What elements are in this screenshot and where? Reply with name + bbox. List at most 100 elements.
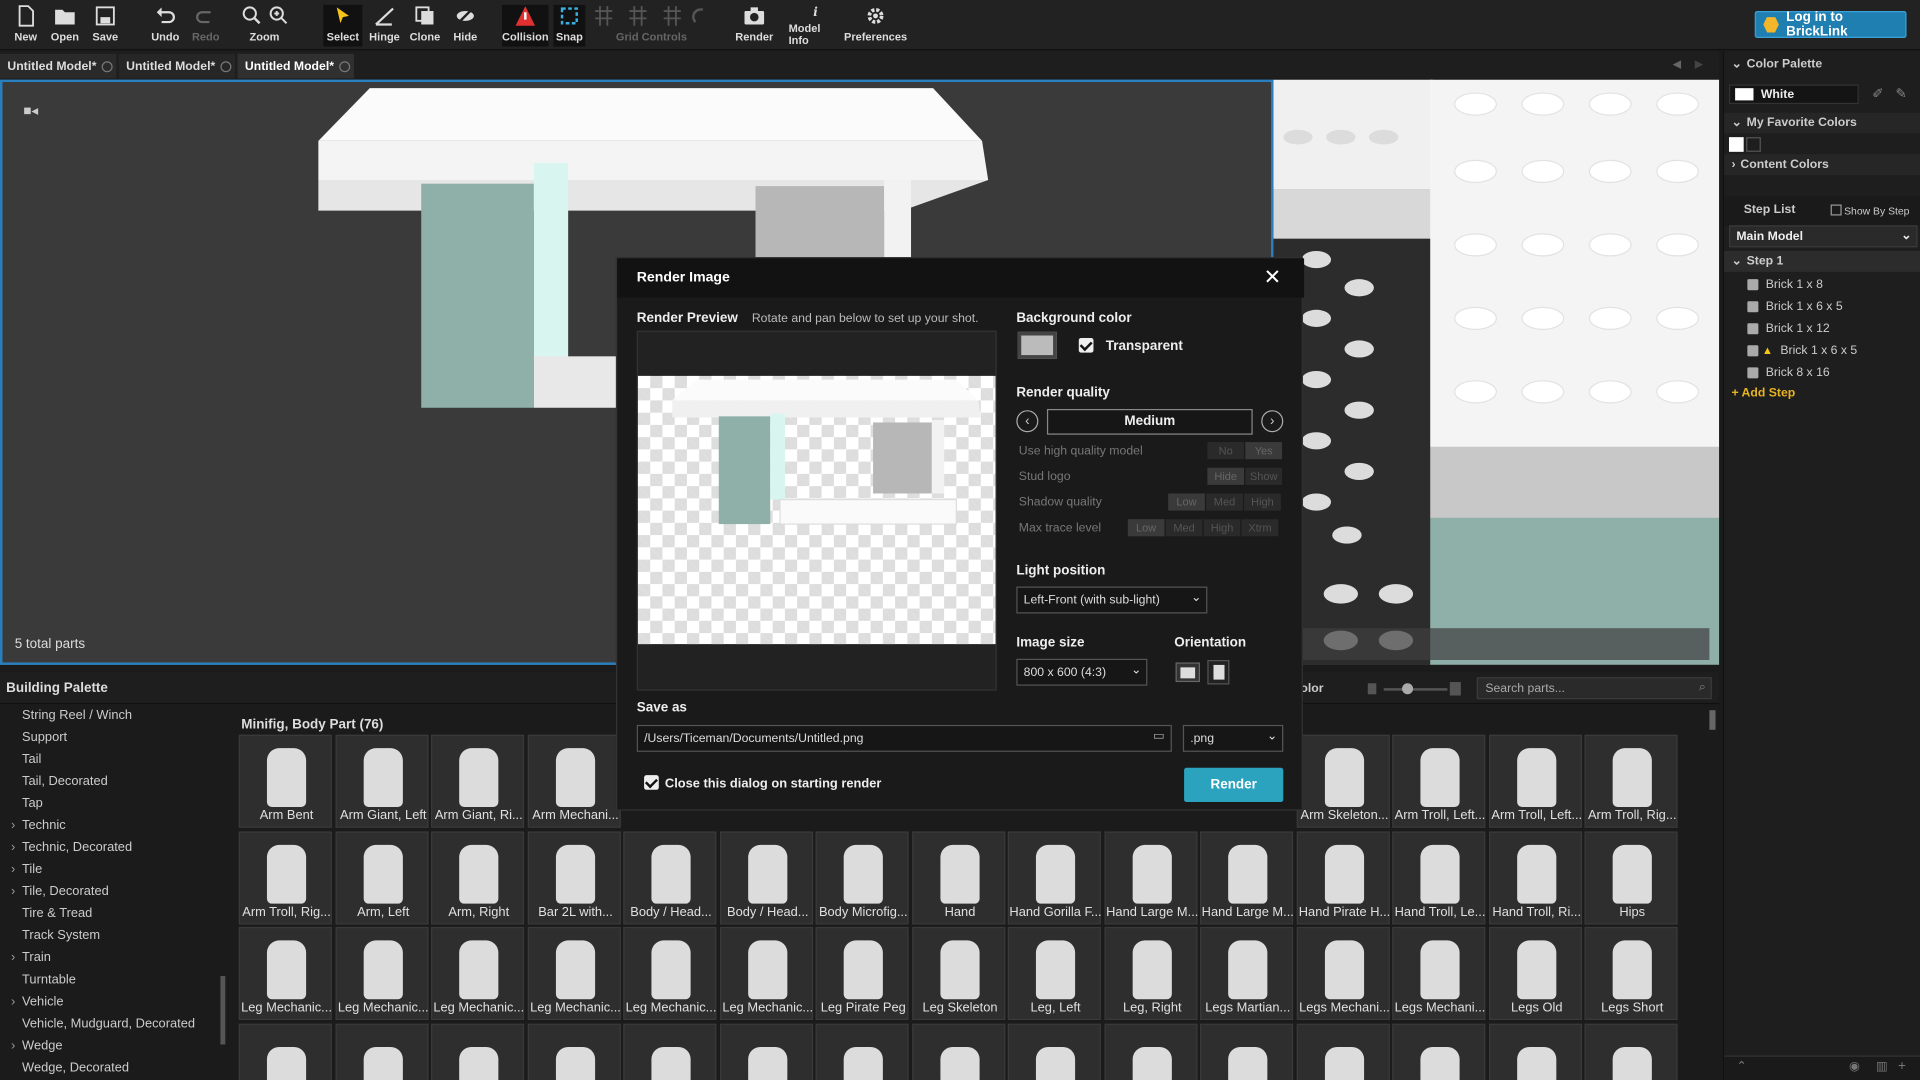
image-size-select[interactable]: 800 x 600 (4:3) ⌄: [1016, 658, 1148, 686]
category-item[interactable]: String Reel / Winch: [22, 708, 132, 723]
paint-icon[interactable]: ✎: [1896, 86, 1907, 102]
part-tile[interactable]: [1007, 1023, 1101, 1080]
close-on-start-checkbox[interactable]: [644, 775, 659, 790]
portrait-orientation-button[interactable]: [1207, 660, 1230, 685]
part-tile[interactable]: Hand Troll, Ri...: [1488, 831, 1583, 925]
step-item[interactable]: ▲ Brick 1 x 6 x 5: [1724, 339, 1920, 361]
content-colors-header[interactable]: › Content Colors: [1724, 154, 1920, 176]
part-tile[interactable]: [1488, 1023, 1583, 1080]
save-path-input[interactable]: /Users/Ticeman/Documents/Untitled.png ▭: [636, 724, 1172, 752]
collision-button[interactable]: Collision: [502, 4, 549, 47]
part-tile[interactable]: Leg, Left: [1007, 926, 1101, 1021]
part-tile[interactable]: [1584, 1023, 1678, 1080]
render-button[interactable]: Render: [1184, 767, 1284, 803]
part-tile[interactable]: [238, 1023, 332, 1080]
parts-scrollbar[interactable]: [1709, 710, 1716, 730]
part-tile[interactable]: Arm Giant, Left: [335, 734, 429, 828]
new-button[interactable]: New: [12, 5, 39, 47]
part-tile[interactable]: Leg Skeleton: [912, 926, 1006, 1021]
grid-controls-button[interactable]: Grid Controls: [588, 5, 715, 47]
close-icon[interactable]: ✕: [1264, 266, 1281, 290]
render-preview[interactable]: [636, 330, 997, 691]
category-item[interactable]: Tap: [22, 796, 43, 811]
select-button[interactable]: Select: [323, 4, 363, 47]
category-item[interactable]: Technic, Decorated: [11, 840, 132, 855]
category-item[interactable]: Vehicle, Mudguard, Decorated: [22, 1016, 195, 1031]
part-tile[interactable]: Legs Mechani...: [1296, 926, 1390, 1021]
tab-model-2[interactable]: Untitled Model*: [118, 53, 236, 79]
part-tile[interactable]: Arm Troll, Left...: [1488, 734, 1582, 828]
category-item[interactable]: Vehicle: [11, 994, 63, 1009]
close-icon[interactable]: [220, 60, 232, 72]
show-by-step-checkbox[interactable]: [1830, 204, 1842, 216]
part-tile[interactable]: [623, 1023, 717, 1080]
category-item[interactable]: Track System: [22, 928, 100, 943]
part-tile[interactable]: Leg, Right: [1104, 926, 1198, 1021]
part-tile[interactable]: Leg Mechanic...: [527, 926, 621, 1021]
part-tile[interactable]: Arm, Left: [335, 831, 429, 925]
part-tile[interactable]: Hand Gorilla F...: [1007, 831, 1102, 925]
collapse-icon[interactable]: ⌃: [1736, 1060, 1746, 1073]
tab-model-1[interactable]: Untitled Model*: [0, 53, 117, 79]
transparent-checkbox[interactable]: [1078, 337, 1094, 353]
preferences-button[interactable]: Preferences: [844, 5, 907, 47]
part-tile[interactable]: Body / Head...: [623, 831, 717, 925]
part-tile[interactable]: Leg Mechanic...: [335, 926, 429, 1021]
3d-viewport-secondary[interactable]: [1273, 79, 1720, 665]
part-tile[interactable]: Arm Mechani...: [527, 734, 621, 828]
landscape-orientation-button[interactable]: [1175, 662, 1201, 683]
current-color-field[interactable]: White: [1728, 84, 1859, 105]
part-tile[interactable]: Arm Giant, Ri...: [431, 734, 525, 828]
save-button[interactable]: Save: [92, 5, 119, 47]
part-tile[interactable]: Hand Pirate H...: [1296, 831, 1390, 925]
hinge-button[interactable]: Hinge: [369, 5, 400, 47]
search-parts-input[interactable]: Search parts... ⌕: [1476, 677, 1712, 700]
part-tile[interactable]: Legs Mechani...: [1392, 926, 1485, 1021]
part-tile[interactable]: Arm Troll, Left...: [1392, 734, 1485, 828]
tab-model-3[interactable]: Untitled Model*: [237, 53, 354, 79]
part-tile[interactable]: Leg Mechanic...: [431, 926, 524, 1021]
category-item[interactable]: Support: [22, 730, 67, 745]
category-item[interactable]: Wedge: [11, 1038, 63, 1053]
eye-icon[interactable]: ◉: [1849, 1060, 1860, 1073]
part-tile[interactable]: Legs Old: [1488, 926, 1583, 1021]
close-icon[interactable]: [339, 60, 351, 72]
step-item[interactable]: Brick 1 x 6 x 5: [1724, 295, 1920, 317]
part-tile[interactable]: Body Microfig...: [815, 831, 909, 925]
favorite-colors-header[interactable]: ⌄ My Favorite Colors: [1724, 112, 1920, 134]
tabs-next-icon[interactable]: ▶: [1695, 58, 1703, 71]
preview-canvas[interactable]: [637, 375, 996, 645]
folder-icon[interactable]: ▭: [1153, 730, 1165, 743]
part-tile[interactable]: [1296, 1023, 1390, 1080]
category-item[interactable]: Tail: [22, 752, 41, 767]
add-favorite-icon[interactable]: [1746, 137, 1761, 152]
category-scrollbar[interactable]: [220, 975, 226, 1045]
quality-prev-button[interactable]: ‹: [1016, 410, 1039, 433]
step-1-header[interactable]: ⌄ Step 1: [1724, 251, 1920, 272]
category-item[interactable]: Tile: [11, 862, 42, 877]
part-tile[interactable]: Leg Mechanic...: [238, 926, 332, 1021]
part-tile[interactable]: Arm Skeleton...: [1296, 734, 1390, 828]
part-tile[interactable]: Bar 2L with...: [527, 831, 621, 925]
part-tile[interactable]: Hand: [912, 831, 1006, 925]
add-icon[interactable]: +: [1898, 1059, 1906, 1074]
redo-button[interactable]: Redo: [192, 5, 219, 47]
add-step-button[interactable]: + Add Step: [1731, 387, 1795, 400]
category-item[interactable]: Train: [11, 950, 51, 965]
clone-button[interactable]: Clone: [410, 5, 440, 47]
undo-button[interactable]: Undo: [151, 5, 180, 47]
step-item[interactable]: Brick 1 x 12: [1724, 317, 1920, 339]
open-button[interactable]: Open: [50, 5, 79, 47]
part-tile[interactable]: Hand Troll, Le...: [1392, 831, 1485, 925]
hq-model-toggle[interactable]: No Yes: [1207, 442, 1283, 460]
part-tile[interactable]: [1392, 1023, 1486, 1080]
category-item[interactable]: Tail, Decorated: [22, 774, 108, 789]
part-tile[interactable]: Leg Pirate Peg: [815, 926, 909, 1021]
part-tile[interactable]: [1200, 1023, 1294, 1080]
part-tile[interactable]: Legs Short: [1584, 926, 1678, 1021]
category-item[interactable]: Turntable: [22, 972, 76, 987]
snap-button[interactable]: Snap: [553, 4, 586, 47]
category-item[interactable]: Tile, Decorated: [11, 884, 109, 899]
zoom-button[interactable]: Zoom: [233, 5, 297, 47]
part-tile[interactable]: [720, 1023, 814, 1080]
